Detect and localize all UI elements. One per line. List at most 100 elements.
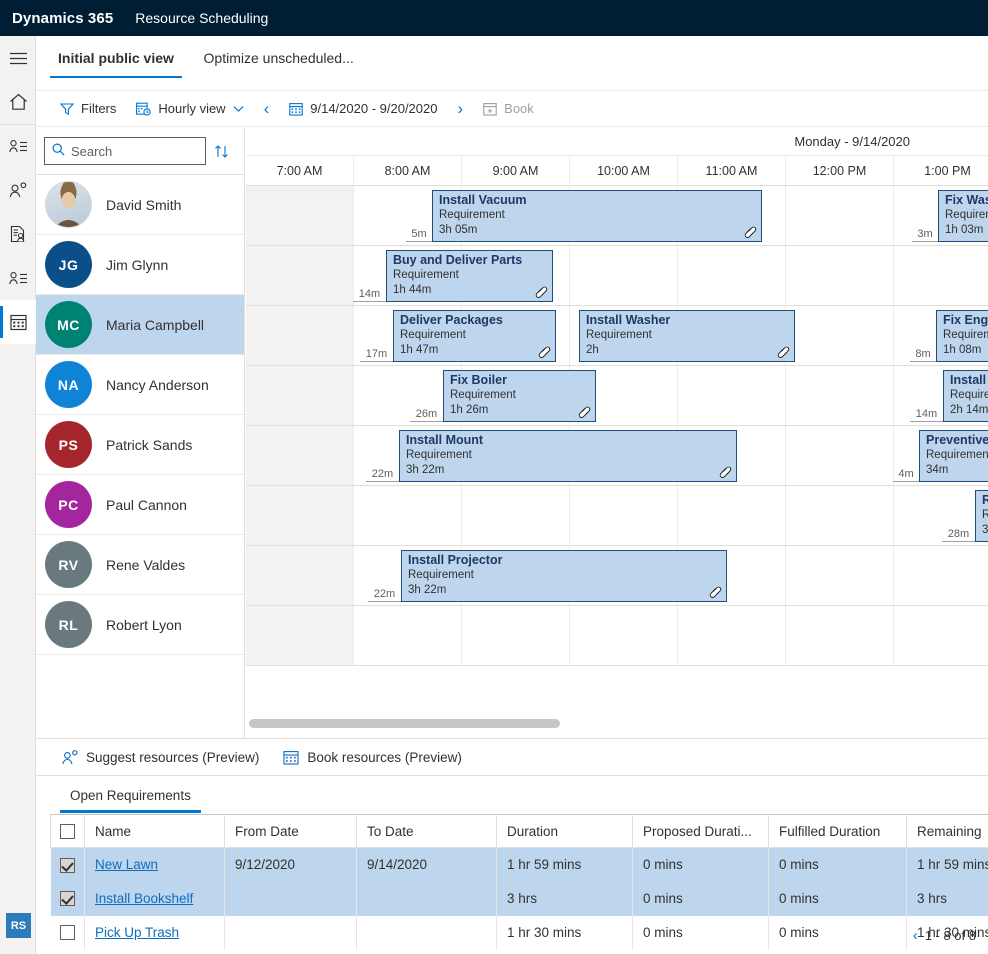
resource-row[interactable]: RLRobert Lyon — [36, 595, 244, 655]
resource-row[interactable]: PSPatrick Sands — [36, 415, 244, 475]
people-icon[interactable] — [0, 168, 36, 212]
hour-cell[interactable] — [570, 246, 678, 305]
hour-cell[interactable] — [246, 606, 354, 665]
document-person-icon[interactable] — [0, 212, 36, 256]
hour-cell[interactable] — [786, 546, 894, 605]
booking-block[interactable]: Install VacuumRequirement3h 05m — [432, 190, 762, 242]
tab-optimize-unscheduled[interactable]: Optimize unscheduled... — [196, 50, 362, 78]
tab-initial-public-view[interactable]: Initial public view — [50, 50, 182, 78]
column-header[interactable]: Name — [85, 815, 225, 848]
row-checkbox[interactable] — [60, 891, 75, 906]
schedule-row[interactable]: 22mInstall MountRequirement3h 22m4mPreve… — [246, 426, 988, 486]
rs-badge[interactable]: RS — [6, 913, 31, 938]
schedule-row[interactable]: 17mDeliver PackagesRequirement1h 47mInst… — [246, 306, 988, 366]
hour-cell[interactable] — [678, 246, 786, 305]
sort-toggle-icon[interactable] — [206, 144, 236, 159]
hour-cell[interactable] — [894, 486, 988, 545]
schedule-grid[interactable]: Monday - 9/14/2020 7:00 AM8:00 AM9:00 AM… — [246, 128, 988, 738]
booking-block[interactable]: Fix BoilerRequirement1h 26m — [443, 370, 596, 422]
column-header[interactable]: Duration — [497, 815, 633, 848]
suggest-resources-button[interactable]: Suggest resources (Preview) — [50, 750, 271, 765]
hour-cell[interactable] — [462, 486, 570, 545]
booking-block[interactable]: RepairRequirement3h — [975, 490, 988, 542]
booking-block[interactable]: Deliver PackagesRequirement1h 47m — [393, 310, 556, 362]
hour-cell[interactable] — [786, 606, 894, 665]
schedule-row[interactable] — [246, 606, 988, 666]
column-header[interactable]: To Date — [357, 815, 497, 848]
booking-block[interactable]: Install SinkRequirement2h 14m — [943, 370, 988, 422]
hour-cell[interactable] — [246, 246, 354, 305]
column-header[interactable]: Remaining — [907, 815, 988, 848]
booking-block[interactable]: Fix EngineRequirement1h 08m — [936, 310, 988, 362]
hour-cell[interactable] — [894, 606, 988, 665]
schedule-row[interactable]: 22mInstall ProjectorRequirement3h 22m — [246, 546, 988, 606]
booking-block[interactable]: Fix WasherRequirement1h 03m — [938, 190, 988, 242]
tab-open-requirements[interactable]: Open Requirements — [66, 788, 195, 813]
booking-block[interactable]: Install MountRequirement3h 22m — [399, 430, 737, 482]
hour-cell[interactable] — [570, 606, 678, 665]
resource-list-icon[interactable] — [0, 124, 36, 168]
hour-cell[interactable] — [462, 606, 570, 665]
select-all-checkbox[interactable] — [60, 824, 75, 839]
booking-block[interactable]: Preventive MaintenanceRequirement34m — [919, 430, 988, 482]
requirement-name-link[interactable]: New Lawn — [95, 857, 158, 872]
hour-cell[interactable] — [786, 186, 894, 245]
hour-cell[interactable] — [786, 366, 894, 425]
next-period-button[interactable]: › — [447, 100, 473, 117]
booking-block[interactable]: Buy and Deliver PartsRequirement1h 44m — [386, 250, 553, 302]
hour-cell[interactable] — [678, 366, 786, 425]
hour-cell[interactable] — [246, 426, 354, 485]
column-header[interactable]: Fulfilled Duration — [769, 815, 907, 848]
hour-cell[interactable] — [786, 486, 894, 545]
hour-cell[interactable] — [354, 486, 462, 545]
hour-cell[interactable] — [894, 546, 988, 605]
hour-cell[interactable] — [354, 606, 462, 665]
filters-button[interactable]: Filters — [50, 91, 126, 127]
menu-icon[interactable] — [0, 36, 36, 80]
resource-row[interactable]: PCPaul Cannon — [36, 475, 244, 535]
hour-cell[interactable] — [246, 366, 354, 425]
requirement-name-link[interactable]: Install Bookshelf — [95, 891, 193, 906]
grid-scroll-thumb[interactable] — [249, 719, 560, 728]
calendar-icon[interactable] — [0, 300, 36, 344]
table-row[interactable]: New Lawn9/12/20209/14/20201 hr 59 mins0 … — [51, 848, 988, 882]
hour-cell[interactable] — [894, 246, 988, 305]
resource-row[interactable]: David Smith — [36, 175, 244, 235]
home-icon[interactable] — [0, 80, 36, 124]
hour-cell[interactable] — [570, 486, 678, 545]
book-resources-button[interactable]: Book resources (Preview) — [271, 750, 474, 765]
column-header[interactable]: Proposed Durati... — [633, 815, 769, 848]
search-input[interactable]: Search — [44, 137, 206, 165]
hour-cell[interactable] — [246, 306, 354, 365]
table-row[interactable]: Install Bookshelf3 hrs0 mins0 mins3 hrs — [51, 882, 988, 916]
grid-horizontal-scrollbar[interactable] — [246, 719, 981, 728]
previous-period-button[interactable]: ‹ — [254, 100, 280, 117]
row-checkbox[interactable] — [60, 858, 75, 873]
hour-cell[interactable] — [786, 306, 894, 365]
requirement-name-link[interactable]: Pick Up Trash — [95, 925, 179, 940]
resource-row[interactable]: MCMaria Campbell — [36, 295, 244, 355]
resource-row[interactable]: RVRene Valdes — [36, 535, 244, 595]
hour-cell[interactable] — [678, 486, 786, 545]
row-checkbox[interactable] — [60, 925, 75, 940]
hour-cell[interactable] — [786, 246, 894, 305]
table-row[interactable]: Pick Up Trash1 hr 30 mins0 mins0 mins1 h… — [51, 916, 988, 950]
resource-row[interactable]: JGJim Glynn — [36, 235, 244, 295]
hour-cell[interactable] — [246, 486, 354, 545]
schedule-row[interactable]: 26mFix BoilerRequirement1h 26m14mInstall… — [246, 366, 988, 426]
column-header[interactable]: From Date — [225, 815, 357, 848]
resource-list-2-icon[interactable] — [0, 256, 36, 300]
hour-cell[interactable] — [246, 186, 354, 245]
previous-page-button[interactable]: ‹ — [913, 927, 918, 944]
date-range-picker[interactable]: 9/14/2020 - 9/20/2020 — [279, 91, 447, 127]
booking-block[interactable]: Install WasherRequirement2h — [579, 310, 795, 362]
booking-block[interactable]: Install ProjectorRequirement3h 22m — [401, 550, 727, 602]
view-mode-dropdown[interactable]: Hourly view — [126, 91, 253, 127]
schedule-row[interactable]: 14mBuy and Deliver PartsRequirement1h 44… — [246, 246, 988, 306]
hour-cell[interactable] — [786, 426, 894, 485]
hour-cell[interactable] — [246, 546, 354, 605]
schedule-row[interactable]: 28mRepairRequirement3h — [246, 486, 988, 546]
resource-row[interactable]: NANancy Anderson — [36, 355, 244, 415]
schedule-row[interactable]: 5mInstall VacuumRequirement3h 05m3mFix W… — [246, 186, 988, 246]
hour-cell[interactable] — [678, 606, 786, 665]
